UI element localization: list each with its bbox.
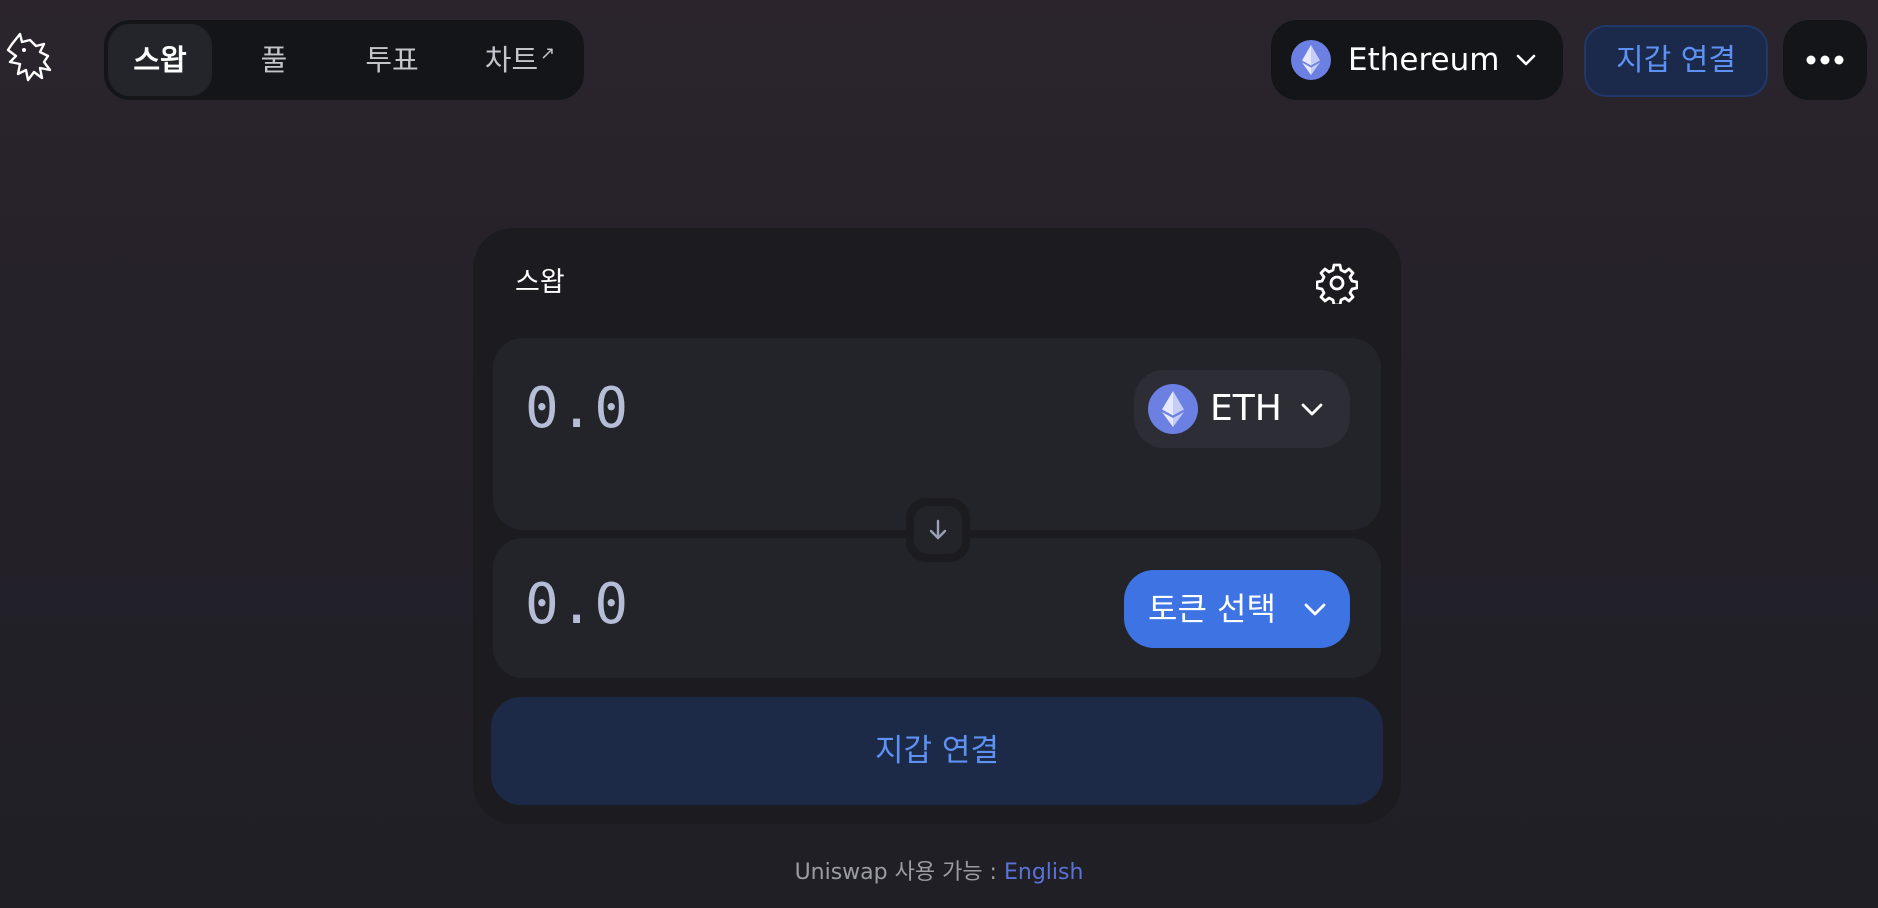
nav-tab-label: 스왑 xyxy=(133,43,187,77)
external-link-icon: ↗ xyxy=(540,43,556,64)
sell-amount-input[interactable]: 0.0 xyxy=(525,376,629,441)
switch-tokens-inner xyxy=(914,506,962,554)
nav-tab-swap[interactable]: 스왑 xyxy=(108,24,212,96)
network-label: Ethereum xyxy=(1348,42,1500,78)
sell-token-selector[interactable]: ETH xyxy=(1134,370,1350,448)
nav-tab-pool[interactable]: 풀 xyxy=(224,24,324,96)
chevron-down-icon xyxy=(1304,603,1326,616)
footer-text: Uniswap 사용 가능 : xyxy=(794,860,1004,885)
network-selector[interactable]: Ethereum xyxy=(1271,20,1563,100)
more-button[interactable] xyxy=(1783,20,1867,100)
connect-wallet-main-button[interactable]: 지갑 연결 xyxy=(491,697,1383,805)
swap-card: 스왑 0.0 ETH 0.0 토큰 선택 지갑 연결 xyxy=(473,228,1401,824)
language-link[interactable]: English xyxy=(1004,860,1083,885)
chevron-down-icon xyxy=(1516,54,1536,66)
language-footer: Uniswap 사용 가능 : English xyxy=(0,854,1878,886)
buy-amount-input[interactable]: 0.0 xyxy=(525,572,629,637)
arrow-down-icon xyxy=(929,519,947,540)
select-token-label: 토큰 선택 xyxy=(1148,590,1276,628)
ethereum-icon xyxy=(1291,40,1331,80)
swap-title: 스왑 xyxy=(515,267,565,298)
nav-tab-label: 차트 xyxy=(484,43,539,77)
main-nav: 스왑 풀 투표 차트 ↗ xyxy=(104,20,584,100)
more-dots-icon xyxy=(1806,55,1844,65)
select-token-button[interactable]: 토큰 선택 xyxy=(1124,570,1350,648)
nav-tab-label: 풀 xyxy=(260,43,288,77)
token-symbol: ETH xyxy=(1210,388,1282,429)
connect-wallet-button[interactable]: 지갑 연결 xyxy=(1584,25,1768,97)
nav-tab-vote[interactable]: 투표 xyxy=(332,24,452,96)
uniswap-logo-icon[interactable] xyxy=(6,30,54,82)
switch-tokens-button[interactable] xyxy=(906,498,970,562)
nav-tab-label: 투표 xyxy=(365,43,419,77)
ethereum-icon xyxy=(1148,384,1198,434)
chevron-down-icon xyxy=(1301,403,1323,416)
gear-icon[interactable] xyxy=(1316,262,1358,304)
nav-tab-charts[interactable]: 차트 ↗ xyxy=(460,24,580,96)
